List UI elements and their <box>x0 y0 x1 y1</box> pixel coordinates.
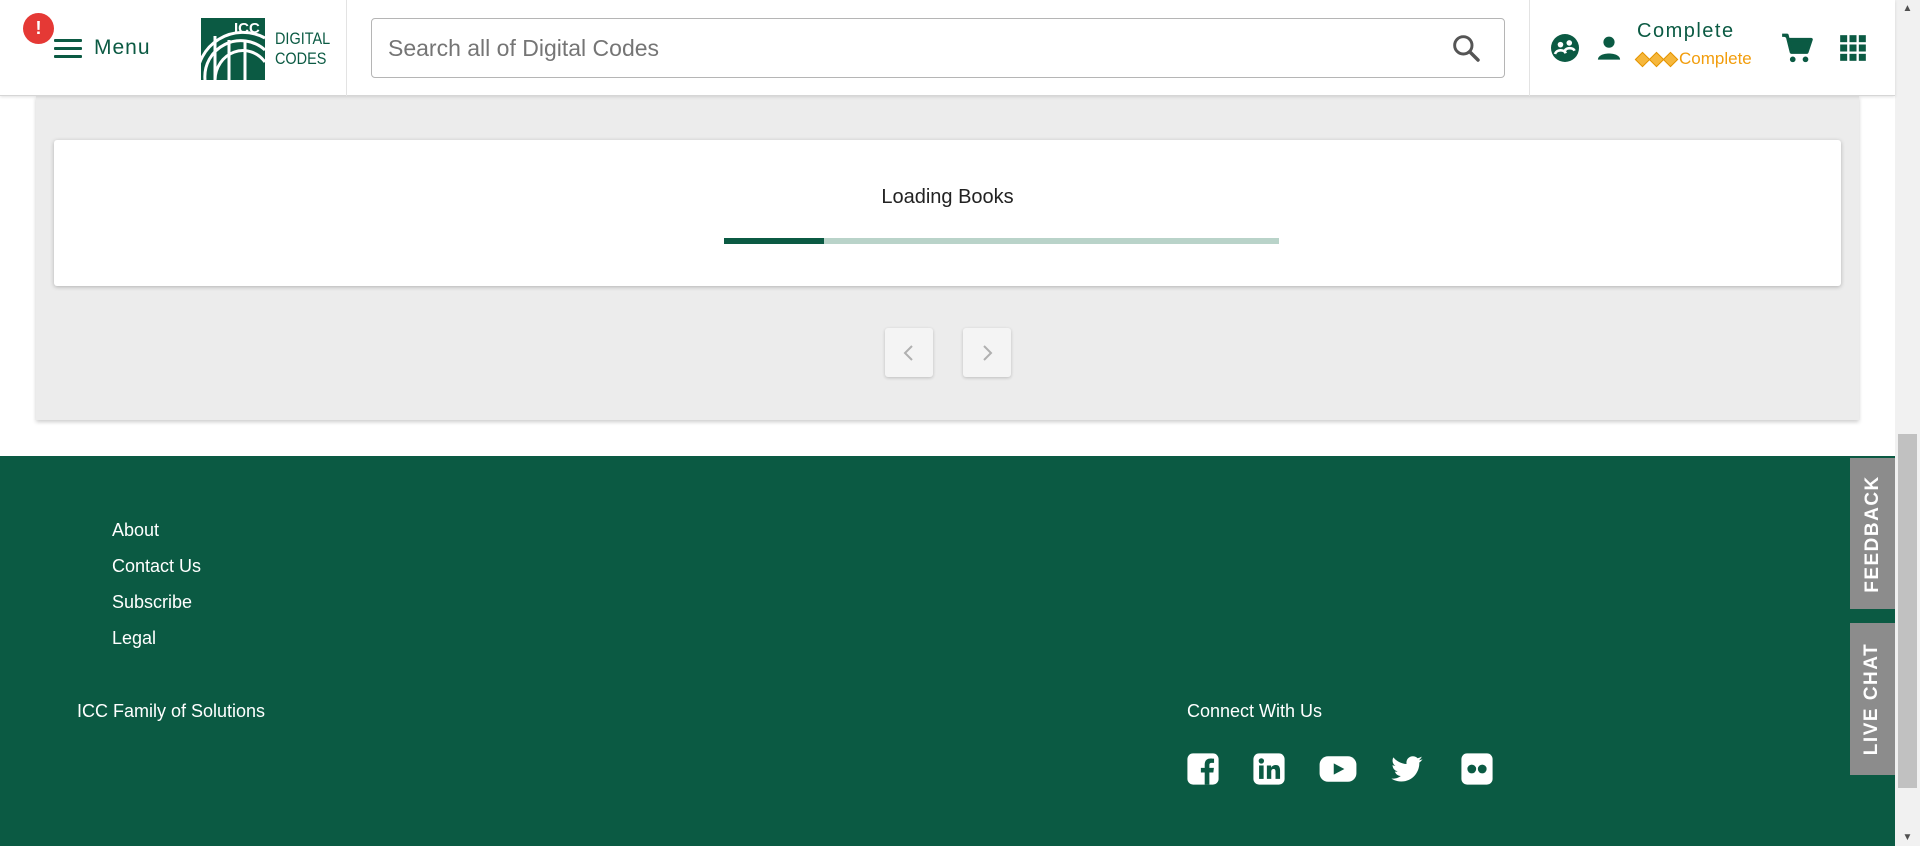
footer-link-subscribe[interactable]: Subscribe <box>112 592 192 613</box>
logo-mark-text: ICC <box>234 20 260 37</box>
hamburger-icon <box>54 38 82 58</box>
loading-text: Loading Books <box>881 186 1014 208</box>
feedback-tab-label: FEEDBACK <box>1861 474 1883 593</box>
chevron-left-icon <box>903 344 913 361</box>
header-divider <box>346 0 347 96</box>
flickr-icon[interactable] <box>1460 752 1494 786</box>
youtube-icon[interactable] <box>1318 752 1358 786</box>
logo-globe-icon: ICC <box>201 18 265 80</box>
top-header: ! Menu ICC DIGITAL CODES Search all of D… <box>0 0 1895 96</box>
user-tier: Complete <box>1634 49 1752 69</box>
linkedin-icon[interactable] <box>1252 752 1286 786</box>
user-name: Complete <box>1637 20 1735 42</box>
diamond-icon <box>1662 51 1679 67</box>
scroll-up-arrow-icon[interactable]: ▲ <box>1895 0 1920 17</box>
user-account[interactable]: Complete Complete <box>1634 20 1752 69</box>
logo-line-codes: CODES <box>275 49 327 68</box>
vertical-scrollbar[interactable]: ▲ ▼ <box>1895 0 1920 846</box>
footer-link-contact-us[interactable]: Contact Us <box>112 556 201 577</box>
search-input[interactable] <box>388 34 1450 62</box>
previous-page-button[interactable] <box>885 328 933 377</box>
person-icon[interactable] <box>1595 33 1623 63</box>
loading-progress-fill <box>724 238 824 244</box>
icc-digital-codes-logo[interactable]: ICC DIGITAL CODES <box>201 18 340 80</box>
twitter-icon[interactable] <box>1390 752 1424 786</box>
loading-card: Loading Books <box>54 140 1841 286</box>
alert-badge[interactable]: ! <box>23 13 54 44</box>
connect-heading: Connect With Us <box>1187 701 1323 721</box>
site-footer <box>0 456 1895 846</box>
live-chat-tab[interactable]: LIVE CHAT <box>1850 623 1895 775</box>
next-page-button[interactable] <box>963 328 1011 377</box>
user-tier-label: Complete <box>1679 49 1752 68</box>
loading-progress-bar <box>724 238 1279 244</box>
menu-button[interactable]: Menu <box>54 36 151 60</box>
icc-family-heading: ICC Family of Solutions <box>77 701 266 721</box>
scroll-down-arrow-icon[interactable]: ▼ <box>1895 829 1920 846</box>
header-divider <box>1529 0 1530 96</box>
scrollbar-thumb[interactable] <box>1898 434 1917 788</box>
account-switch-icon[interactable] <box>1549 32 1581 64</box>
footer-link-about[interactable]: About <box>112 520 159 541</box>
facebook-icon[interactable] <box>1186 752 1220 786</box>
menu-label: Menu <box>94 36 151 59</box>
live-chat-tab-label: LIVE CHAT <box>1861 642 1883 756</box>
logo-line-digital: DIGITAL <box>275 29 331 48</box>
logo-text: DIGITAL CODES <box>275 29 330 69</box>
search-box <box>371 18 1505 78</box>
footer-link-legal[interactable]: Legal <box>112 628 156 649</box>
feedback-tab[interactable]: FEEDBACK <box>1850 458 1895 609</box>
apps-grid-icon[interactable] <box>1839 34 1867 62</box>
search-icon[interactable] <box>1450 32 1482 64</box>
chevron-right-icon <box>983 344 993 361</box>
cart-icon[interactable] <box>1780 31 1814 65</box>
